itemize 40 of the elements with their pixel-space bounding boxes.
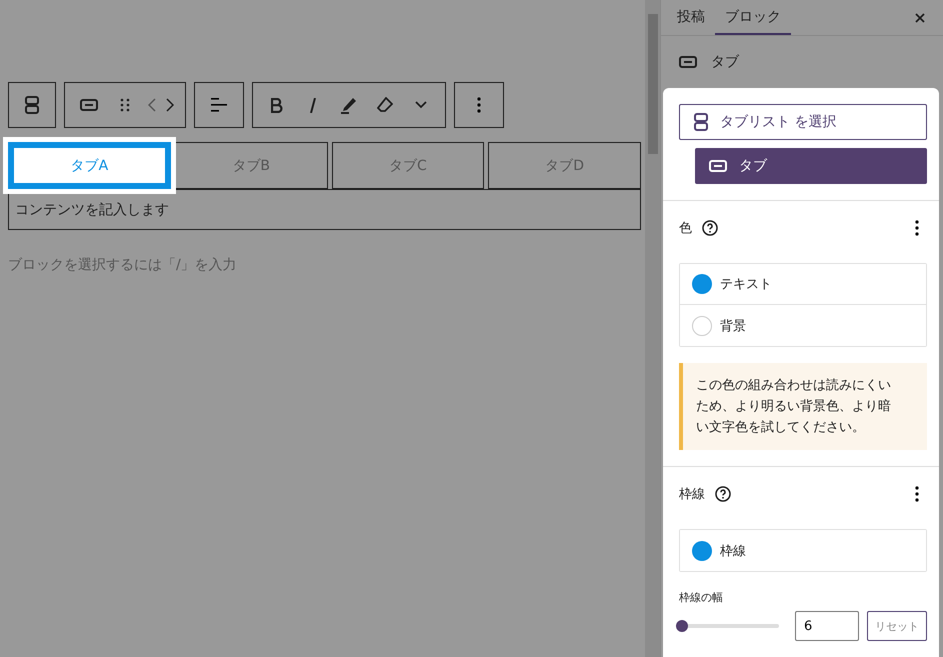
tab-block-icon (709, 160, 727, 172)
more-options-icon[interactable] (477, 97, 481, 113)
chevron-down-icon (415, 101, 427, 109)
reset-button[interactable]: リセット (867, 611, 927, 641)
current-block-button[interactable]: タブ (695, 148, 927, 184)
color-option[interactable]: 枠線 (680, 530, 926, 571)
contrast-warning: この色の組み合わせは読みにくいため、より明るい背景色、より暗い文字色を試してください。 (679, 363, 927, 450)
bold-icon (271, 98, 283, 112)
chevrons-icon (148, 98, 174, 112)
border-width-label: 枠線の幅 (679, 590, 724, 605)
italic-icon (310, 98, 316, 112)
block-hint: ブロックを選択するには「/」を入力 (8, 256, 238, 274)
scrollbar-thumb[interactable] (648, 14, 658, 154)
eraser-icon (377, 97, 393, 113)
sidebar-tab[interactable]: ブロック (715, 0, 791, 36)
help-icon[interactable] (715, 486, 731, 502)
color-option-label: テキスト (720, 276, 772, 293)
close-icon (915, 12, 925, 23)
help-icon[interactable] (702, 220, 718, 236)
slider-thumb[interactable] (676, 620, 688, 632)
color-option-label: 背景 (720, 318, 746, 334)
more-options-icon[interactable] (915, 220, 919, 236)
tab-list-icon (25, 96, 39, 114)
align-left-icon (211, 98, 227, 112)
tab-content[interactable]: コンテンツを記入します (8, 189, 641, 230)
width-input[interactable]: 6 (795, 611, 859, 641)
select-parent-button[interactable]: タブリスト を選択 (679, 104, 927, 140)
tab-block-icon (80, 99, 98, 111)
drag-icon (120, 98, 130, 112)
section-title: 枠線 (679, 486, 705, 503)
tab-block-icon (679, 56, 697, 68)
pen-icon (341, 96, 357, 114)
color-swatch (692, 316, 712, 336)
more-options-icon[interactable] (915, 486, 919, 502)
tab-list-icon (694, 113, 708, 131)
sidebar-tab[interactable]: 投稿 (667, 0, 715, 36)
color-option[interactable]: テキスト (680, 264, 926, 305)
color-option-label: 枠線 (720, 542, 746, 560)
section-title: 色 (679, 220, 692, 237)
block-title: タブ (711, 53, 739, 72)
